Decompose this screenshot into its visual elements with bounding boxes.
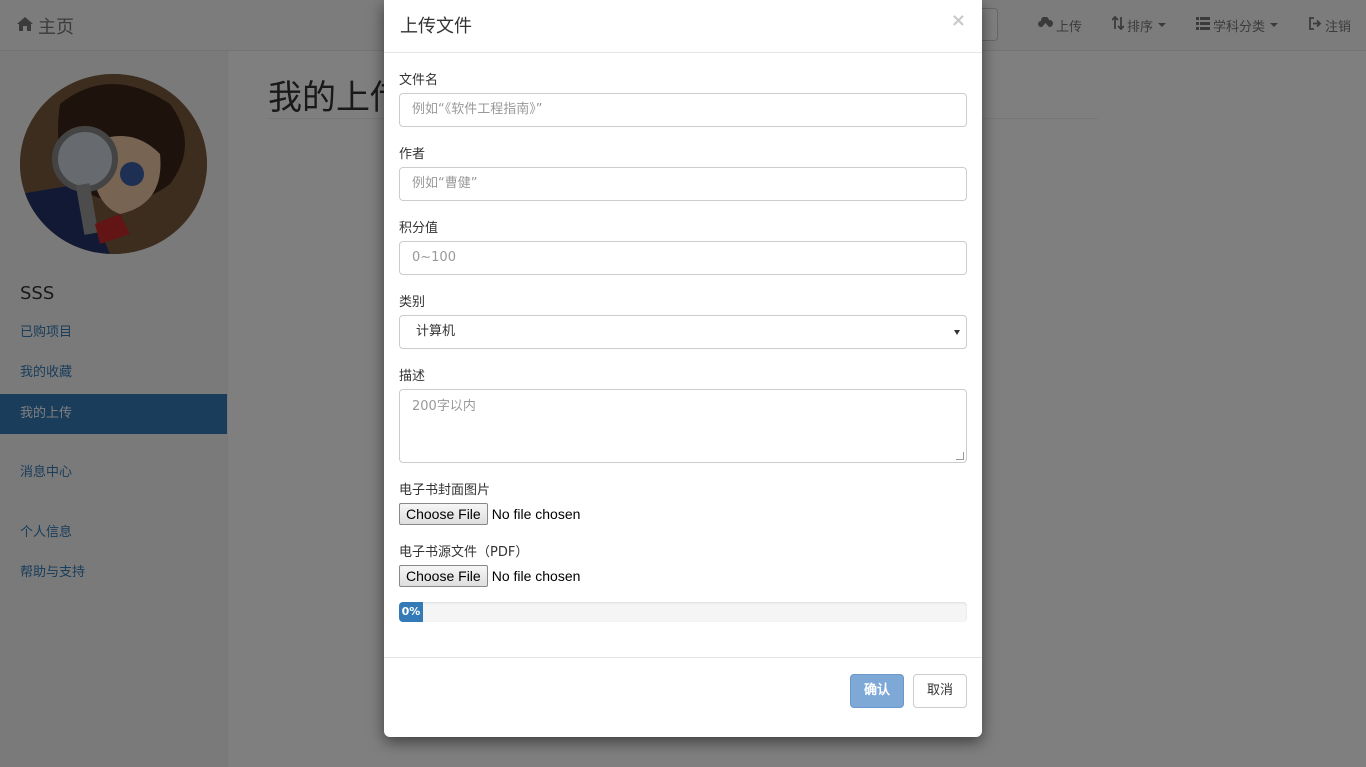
author-input[interactable]: 例如“曹健” — [399, 167, 967, 201]
filename-label: 文件名 — [399, 73, 439, 88]
upload-progress: 0% — [399, 602, 967, 622]
source-label: 电子书源文件（PDF） — [399, 545, 529, 560]
upload-modal: 上传文件 × 文件名 例如“《软件工程指南》” 作者 例如“曹健” 积分值 0~… — [384, 0, 982, 737]
cover-choose-file-button[interactable]: Choose File — [399, 503, 488, 525]
points-input[interactable]: 0~100 — [399, 241, 967, 275]
filename-input[interactable]: 例如“《软件工程指南》” — [399, 93, 967, 127]
description-placeholder: 200字以内 — [412, 399, 476, 414]
source-file-status: No file chosen — [491, 568, 581, 584]
cover-label: 电子书封面图片 — [399, 483, 491, 498]
description-textarea[interactable]: 200字以内 — [399, 389, 967, 463]
chevron-down-icon — [954, 330, 960, 335]
category-value: 计算机 — [416, 324, 456, 339]
category-label: 类别 — [399, 295, 426, 310]
confirm-button[interactable]: 确认 — [850, 674, 904, 708]
resize-handle-icon[interactable] — [956, 452, 964, 460]
cover-file-status: No file chosen — [491, 506, 581, 522]
category-select[interactable]: 计算机 — [399, 315, 967, 349]
author-label: 作者 — [399, 147, 426, 162]
modal-footer: 确认 取消 — [384, 657, 982, 737]
modal-title: 上传文件 — [400, 16, 472, 37]
close-icon[interactable]: × — [951, 10, 966, 31]
upload-progress-bar: 0% — [399, 602, 423, 622]
source-file-input: Choose File No file chosen — [399, 565, 580, 587]
points-label: 积分值 — [399, 221, 439, 236]
source-choose-file-button[interactable]: Choose File — [399, 565, 488, 587]
modal-header: 上传文件 × — [384, 0, 982, 53]
modal-body: 文件名 例如“《软件工程指南》” 作者 例如“曹健” 积分值 0~100 类别 … — [384, 53, 982, 657]
description-label: 描述 — [399, 369, 426, 384]
cancel-button[interactable]: 取消 — [913, 674, 967, 708]
cover-file-input: Choose File No file chosen — [399, 503, 580, 525]
